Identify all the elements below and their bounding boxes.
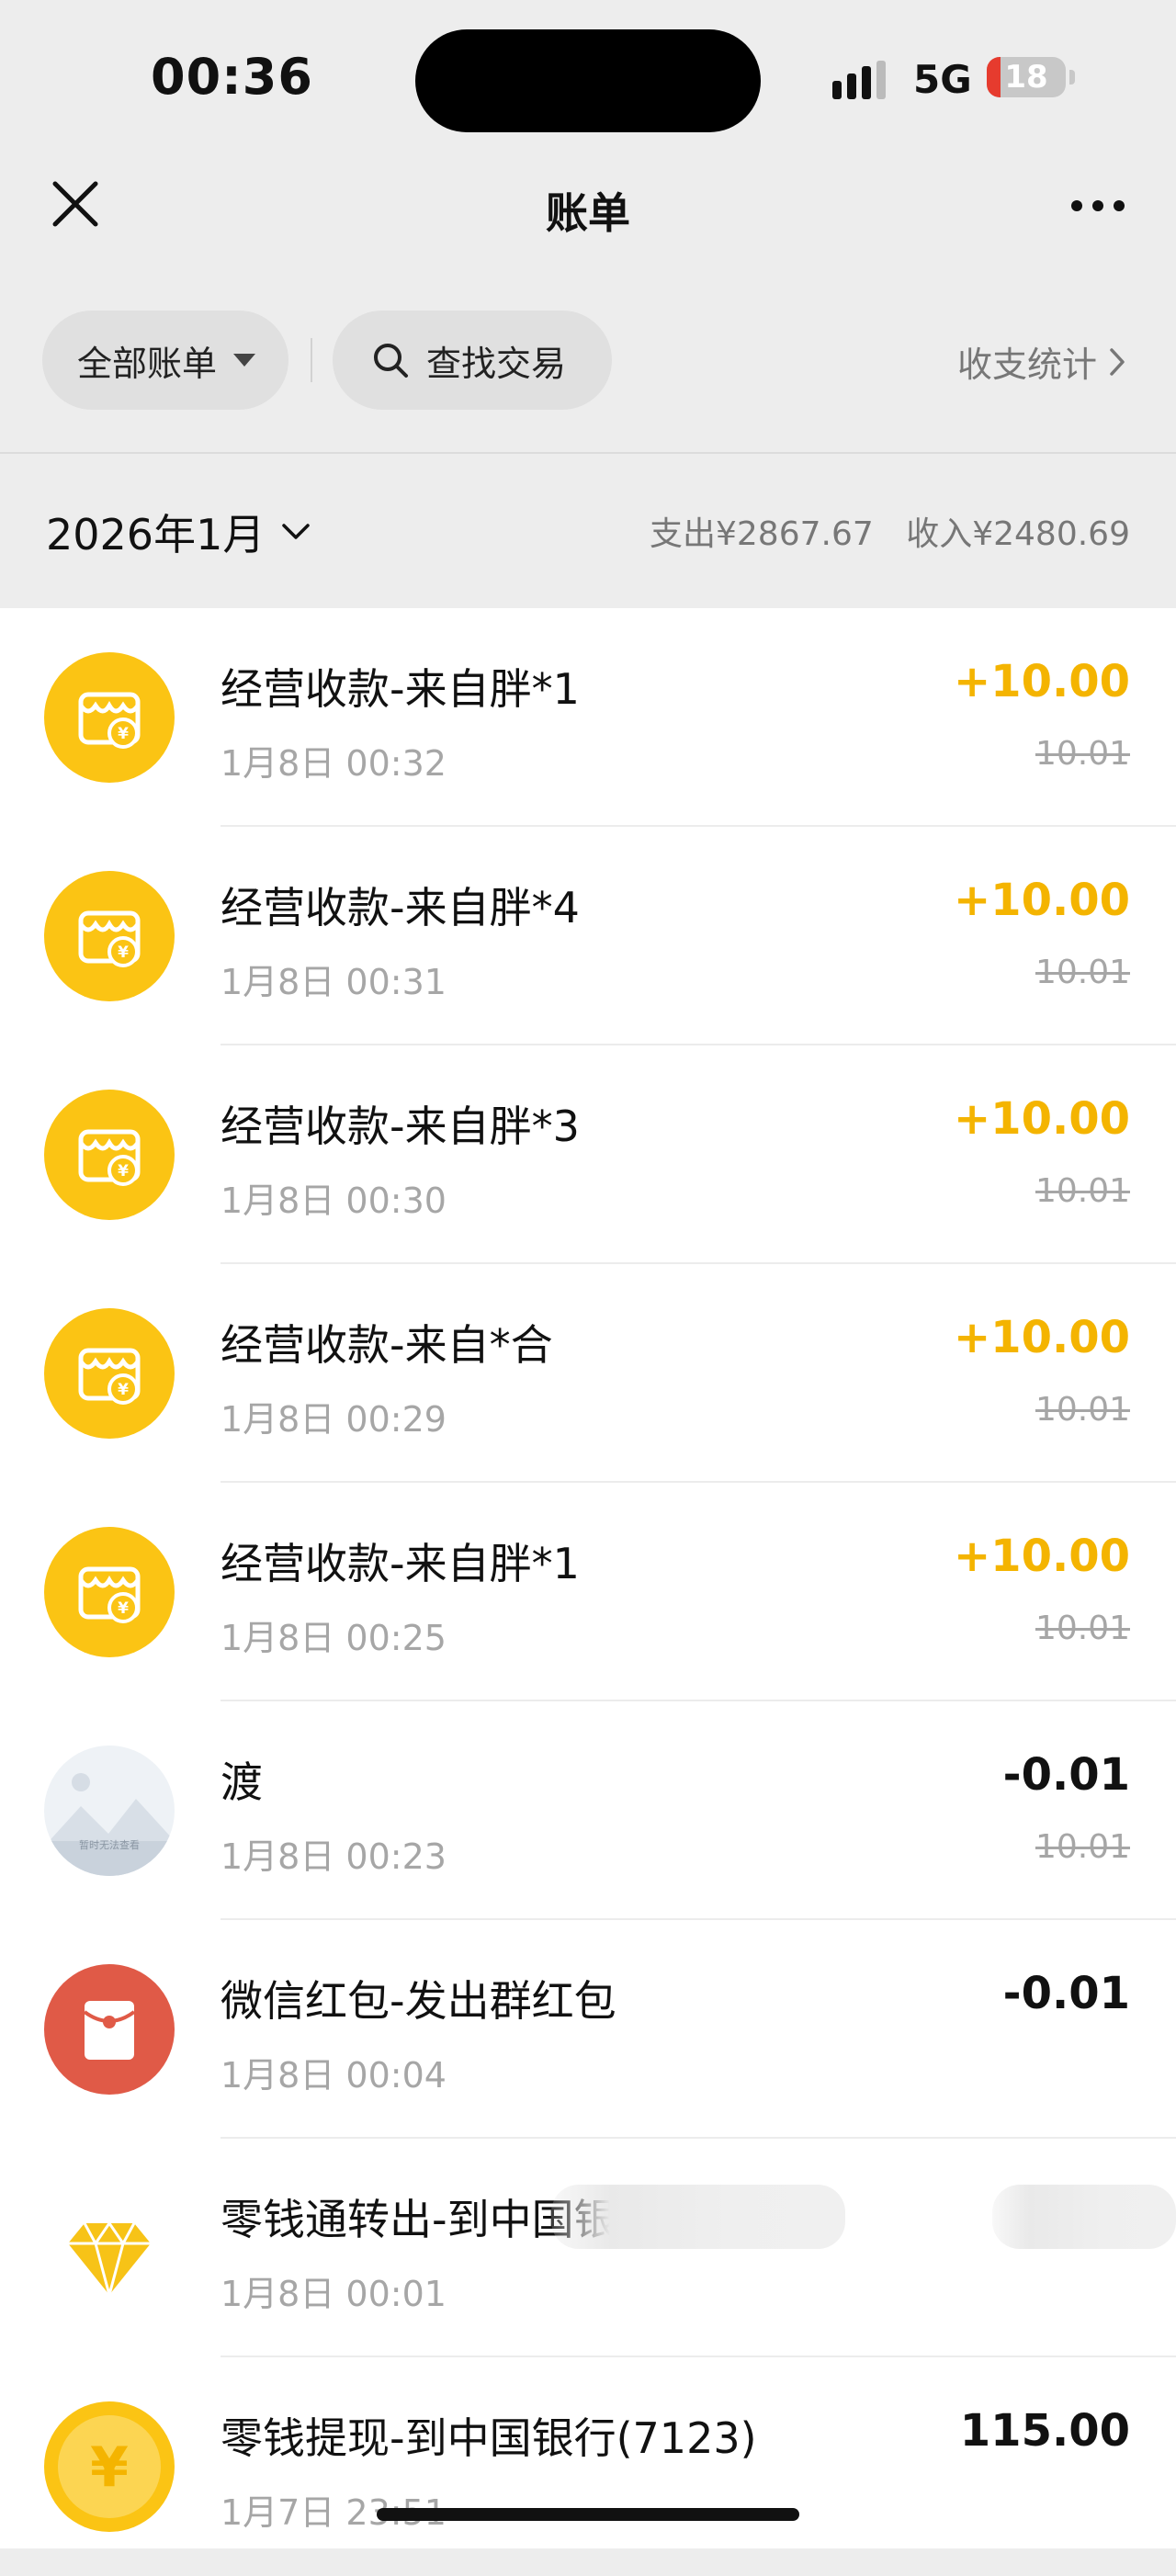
diamond-icon [44, 2183, 175, 2313]
battery-nub [1069, 70, 1075, 85]
filter-divider [311, 338, 312, 382]
transaction-balance: 10.01 [1035, 735, 1130, 773]
home-indicator [377, 2508, 799, 2521]
income-expense-stats-link[interactable]: 收支统计 [957, 336, 1126, 387]
transaction-row[interactable]: 暂时无法查看 渡 1月8日 00:23 -0.01 10.01 [0, 1701, 1176, 1920]
transaction-row[interactable]: ¥ 经营收款-来自胖*1 1月8日 00:25 +10.00 10.01 [0, 1483, 1176, 1701]
red-packet-icon [44, 1964, 175, 2095]
battery-icon: 18 [987, 57, 1066, 97]
search-label: 查找交易 [426, 343, 567, 384]
month-selector[interactable]: 2026年1月 [46, 502, 311, 562]
month-expense: 支出¥2867.67 [649, 515, 874, 553]
transaction-time: 1月8日 00:04 [220, 2055, 447, 2096]
transaction-amount: +10.00 [953, 1093, 1130, 1145]
store-icon: ¥ [44, 871, 175, 1001]
transaction-balance: 10.01 [1035, 1172, 1130, 1210]
transaction-title: 经营收款-来自*合 [220, 1320, 553, 1370]
transaction-time: 1月8日 00:23 [220, 1836, 447, 1877]
transaction-balance: 10.01 [1035, 954, 1130, 991]
svg-text:¥: ¥ [90, 2435, 129, 2500]
transaction-title: 经营收款-来自胖*4 [220, 883, 580, 932]
image-unavailable-icon: 暂时无法查看 [44, 1746, 175, 1876]
transaction-balance: 10.01 [1035, 1828, 1130, 1866]
svg-text:¥: ¥ [118, 1162, 129, 1181]
dynamic-island [415, 29, 761, 132]
caret-down-icon [233, 354, 256, 367]
month-summary: 支出¥2867.67 收入¥2480.69 [628, 507, 1130, 555]
transaction-title: 零钱提现-到中国银行(7123) [220, 2413, 757, 2463]
transaction-balance: 10.01 [1035, 1610, 1130, 1647]
transaction-amount: 115.00 [959, 2405, 1130, 2457]
store-icon: ¥ [44, 1308, 175, 1439]
transaction-amount: +10.00 [953, 875, 1130, 926]
transaction-amount: +10.00 [953, 656, 1130, 707]
image-unavailable-text: 暂时无法查看 [79, 1838, 140, 1851]
transaction-row[interactable]: ¥ 零钱提现-到中国银行(7123) 1月7日 23:51 115.00 [0, 2357, 1176, 2576]
transaction-row[interactable]: ¥ 经营收款-来自胖*4 1月8日 00:31 +10.00 10.01 [0, 827, 1176, 1045]
page-title: 账单 [546, 188, 630, 238]
transaction-time: 1月8日 00:30 [220, 1181, 447, 1221]
store-icon: ¥ [44, 1090, 175, 1220]
transaction-time: 1月8日 00:25 [220, 1618, 447, 1658]
chevron-down-icon [282, 524, 311, 539]
yuan-coin-icon: ¥ [44, 2401, 175, 2532]
redaction-mask [992, 2185, 1176, 2249]
search-transactions-button[interactable]: 查找交易 [333, 311, 612, 410]
svg-text:¥: ¥ [118, 1599, 129, 1618]
transaction-time: 1月8日 00:31 [220, 962, 447, 1002]
signal-icon [832, 61, 886, 99]
all-bills-label: 全部账单 [77, 343, 218, 384]
store-icon: ¥ [44, 652, 175, 783]
transaction-list: ¥ 经营收款-来自胖*1 1月8日 00:32 +10.00 10.01 ¥ 经… [0, 608, 1176, 2548]
svg-text:¥: ¥ [118, 725, 129, 743]
transaction-row[interactable]: ¥ 经营收款-来自胖*1 1月8日 00:32 +10.00 10.01 [0, 608, 1176, 827]
transaction-amount: +10.00 [953, 1531, 1130, 1582]
search-icon [374, 344, 408, 378]
svg-text:¥: ¥ [118, 1381, 129, 1399]
battery-level: 18 [1004, 59, 1048, 96]
redaction-mask [551, 2185, 845, 2249]
transaction-time: 1月8日 00:32 [220, 743, 447, 784]
transaction-title: 经营收款-来自胖*1 [220, 1539, 580, 1588]
chevron-right-icon [1110, 347, 1125, 376]
transaction-title: 经营收款-来自胖*3 [220, 1102, 580, 1151]
month-label: 2026年1月 [46, 510, 266, 559]
store-icon: ¥ [44, 1527, 175, 1657]
transaction-amount: -0.01 [1002, 1749, 1130, 1801]
transaction-balance: 10.01 [1035, 1391, 1130, 1429]
transaction-title: 微信红包-发出群红包 [220, 1976, 616, 2026]
month-income: 收入¥2480.69 [906, 515, 1130, 553]
stats-label: 收支统计 [956, 345, 1097, 385]
more-icon[interactable] [1066, 180, 1130, 235]
network-type: 5G [913, 57, 972, 102]
svg-text:¥: ¥ [118, 943, 129, 962]
transaction-row[interactable]: ¥ 经营收款-来自胖*3 1月8日 00:30 +10.00 10.01 [0, 1045, 1176, 1264]
transaction-amount: -0.01 [1002, 1968, 1130, 2019]
transaction-title: 渡 [220, 1757, 263, 1807]
all-bills-filter[interactable]: 全部账单 [42, 311, 288, 410]
month-header: 2026年1月 支出¥2867.67 收入¥2480.69 [0, 454, 1176, 608]
status-time: 00:36 [151, 48, 313, 106]
transaction-title: 经营收款-来自胖*1 [220, 664, 580, 714]
transaction-time: 1月8日 00:01 [220, 2274, 447, 2314]
transaction-amount: +10.00 [953, 1312, 1130, 1363]
transaction-row[interactable]: 微信红包-发出群红包 1月8日 00:04 -0.01 [0, 1920, 1176, 2139]
transaction-row[interactable]: ¥ 经营收款-来自*合 1月8日 00:29 +10.00 10.01 [0, 1264, 1176, 1483]
transaction-time: 1月8日 00:29 [220, 1399, 447, 1440]
status-bar: 00:36 5G 18 [0, 0, 1176, 156]
